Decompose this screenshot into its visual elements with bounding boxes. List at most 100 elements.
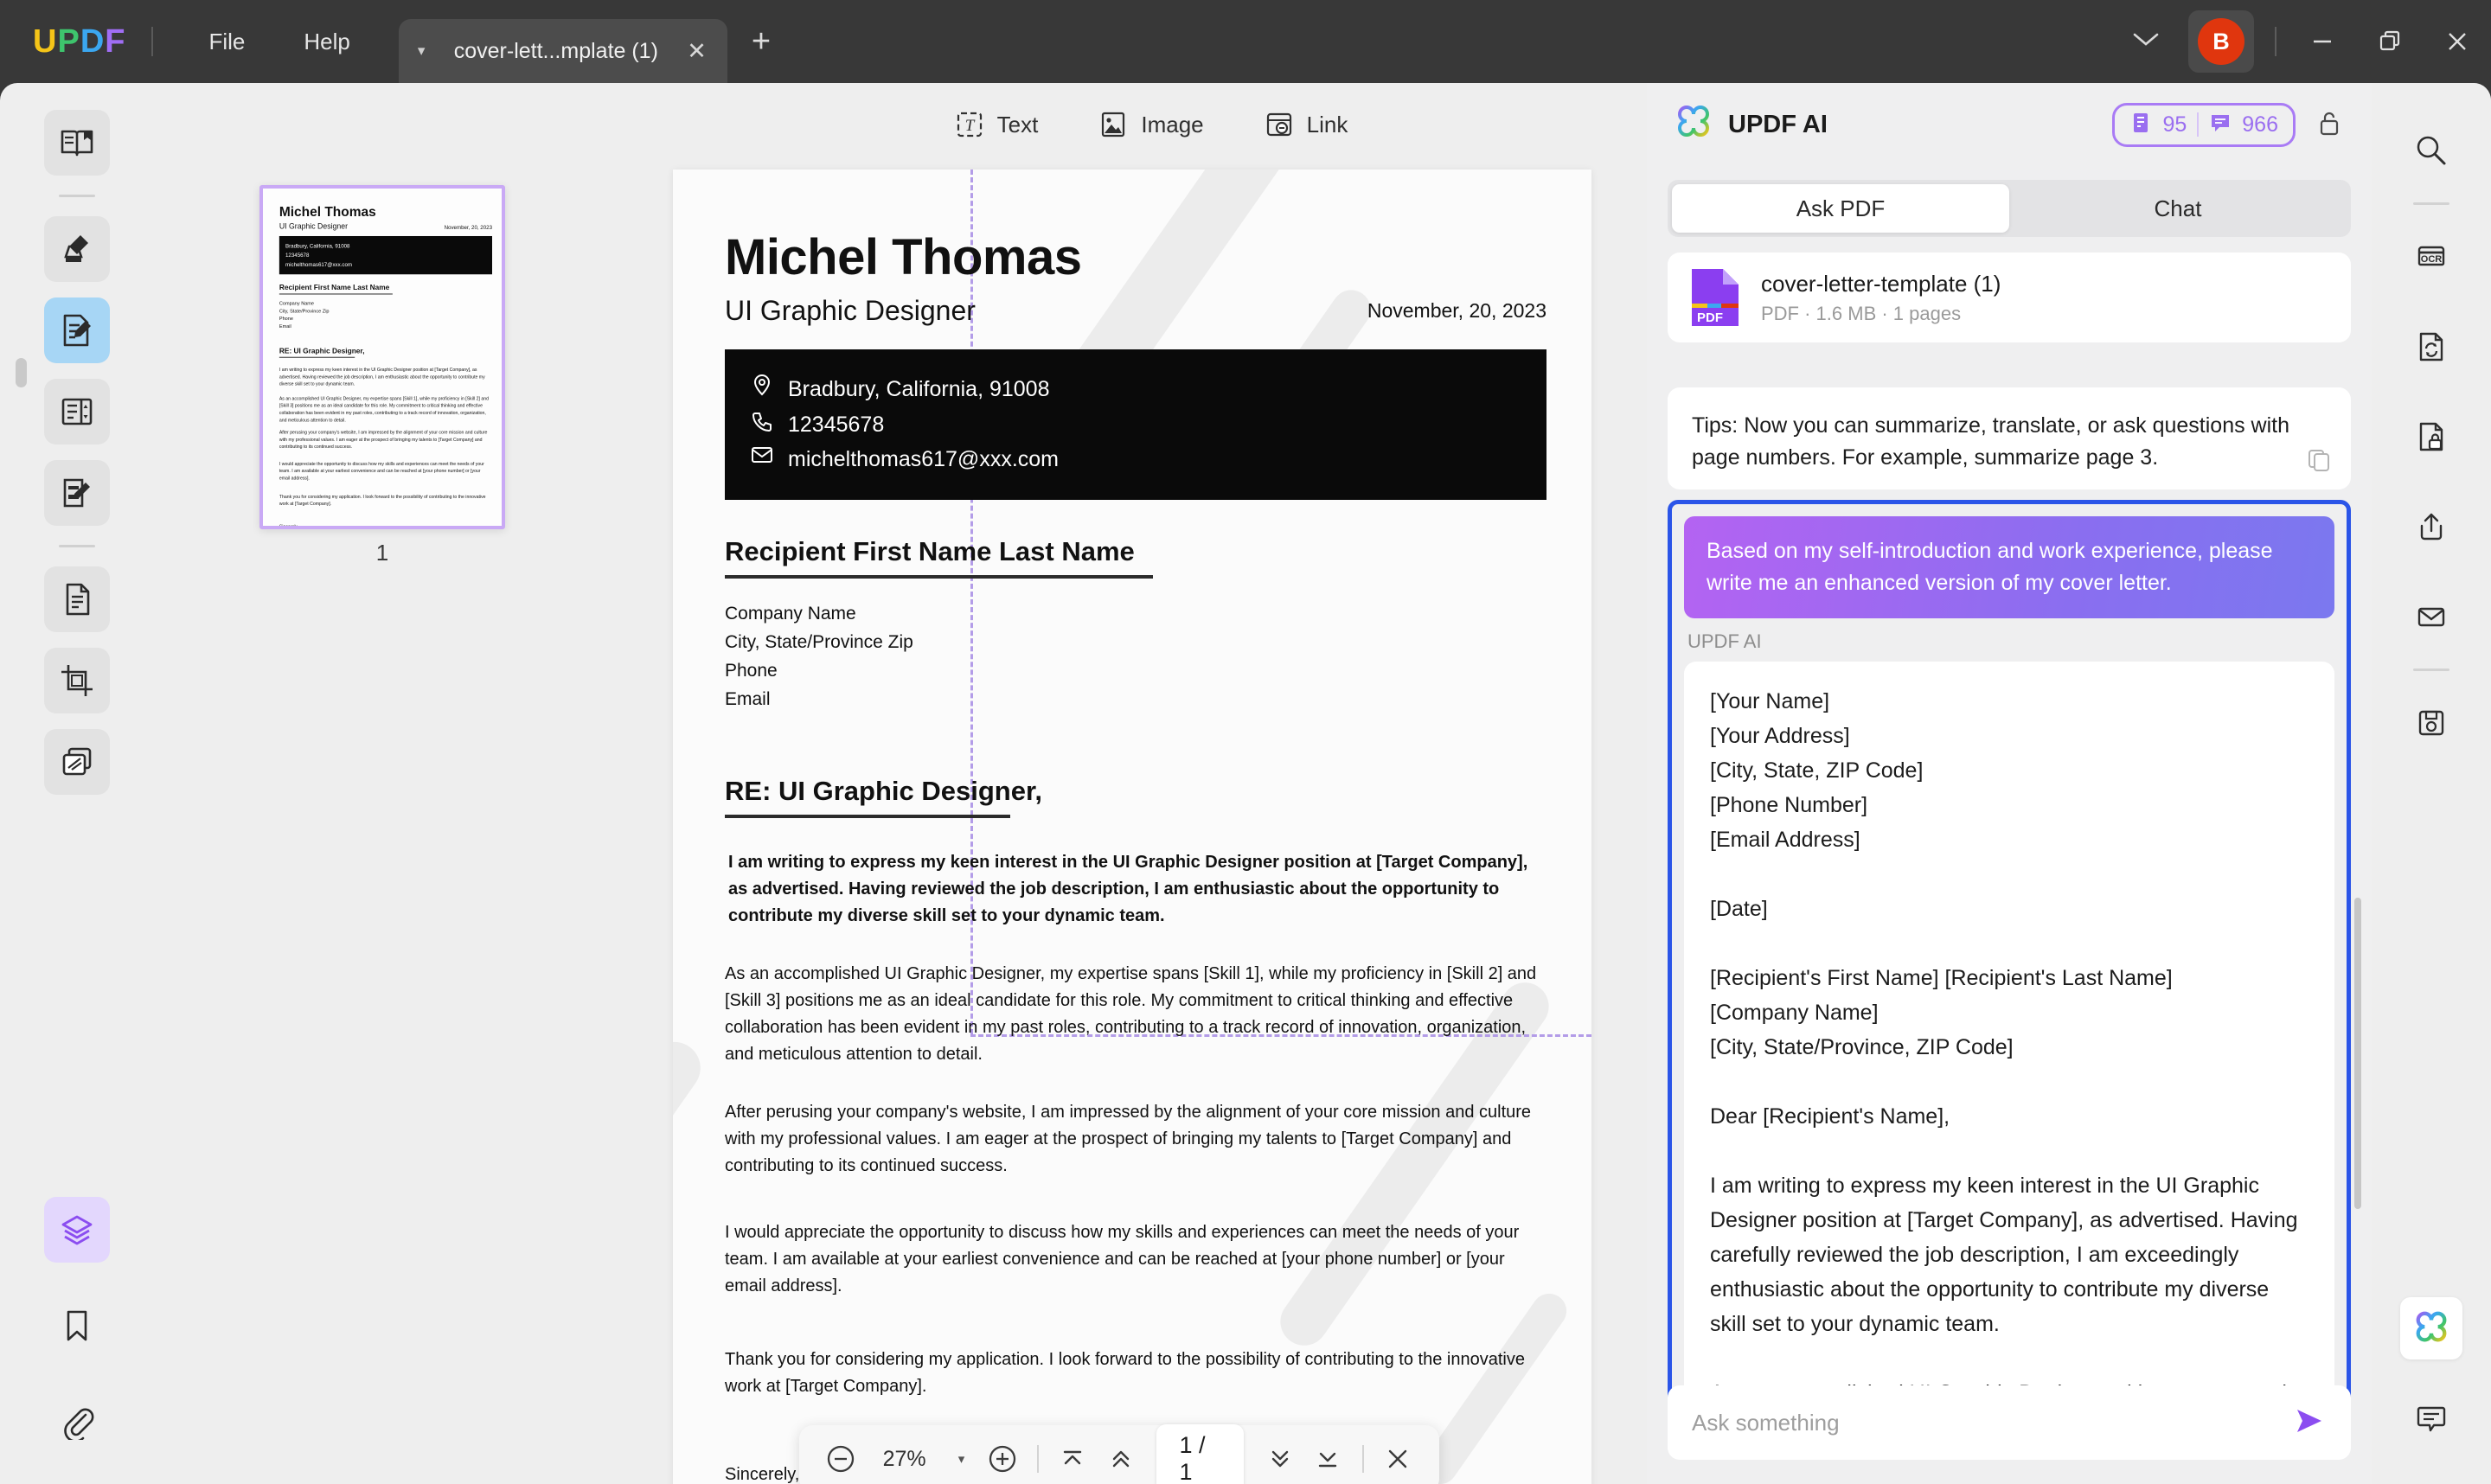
sidebar-item-batch[interactable] xyxy=(44,729,110,795)
close-icon[interactable]: ✕ xyxy=(687,38,707,65)
ask-input[interactable] xyxy=(1692,1410,2292,1436)
sidebar-item-form-fill[interactable] xyxy=(44,460,110,526)
sidebar-item-reader-mode[interactable] xyxy=(44,110,110,176)
bot-tip-text: Tips: Now you can summarize, translate, … xyxy=(1692,410,2327,474)
maximize-icon[interactable] xyxy=(2356,0,2424,83)
ai-response-label: UPDF AI xyxy=(1687,630,2347,653)
chat-message-list[interactable]: Tips: Now you can summarize, translate, … xyxy=(1647,387,2372,1429)
updf-ai-button[interactable] xyxy=(2400,1297,2462,1359)
search-icon[interactable] xyxy=(2400,119,2462,182)
sidebar-item-crop[interactable] xyxy=(44,648,110,713)
thumb-p0: I am writing to express my keen interest… xyxy=(279,366,492,387)
doc-paragraph-3: I would appreciate the opportunity to di… xyxy=(725,1219,1546,1300)
ai-panel: UPDF AI 95 966 Ask PDF xyxy=(1647,83,2372,1484)
tool-link[interactable]: Link xyxy=(1265,110,1348,139)
zoom-divider-2 xyxy=(1362,1445,1364,1473)
sidebar-item-attachments[interactable] xyxy=(44,1389,110,1455)
new-tab-button[interactable]: + xyxy=(752,23,771,61)
tool-image[interactable]: Image xyxy=(1098,110,1203,139)
document-tab[interactable]: ▾ cover-lett...mplate (1) ✕ xyxy=(399,19,727,83)
updf-ai-flower-icon xyxy=(1675,104,1713,146)
chat-credit-icon xyxy=(2209,112,2232,138)
pdf-file-icon: PDF xyxy=(1690,267,1740,328)
zoom-out-button[interactable] xyxy=(818,1435,862,1483)
thumb-contact-2: michelthomas617@xxx.com xyxy=(285,259,486,269)
ocr-icon[interactable]: OCR xyxy=(2400,226,2462,288)
tool-text[interactable]: T Text xyxy=(955,110,1039,139)
thumb-re: RE: UI Graphic Designer, xyxy=(279,347,492,355)
doc-contact-bar: Bradbury, California, 91008 12345678 xyxy=(725,349,1546,500)
close-toolbar-icon[interactable] xyxy=(1376,1435,1420,1483)
tab-dropdown-icon[interactable]: ▾ xyxy=(418,42,426,60)
doc-recipient-heading: Recipient First Name Last Name xyxy=(725,536,1546,567)
chat-scrollbar[interactable] xyxy=(2354,898,2361,1209)
thumb-role: UI Graphic Designer xyxy=(279,222,348,231)
sidebar-item-comment[interactable] xyxy=(44,216,110,282)
ask-input-row[interactable] xyxy=(1668,1385,2351,1460)
highlighted-conversation: Based on my self-introduction and work e… xyxy=(1668,500,2351,1429)
left-toolbar xyxy=(0,83,154,1484)
chevron-down-icon[interactable]: ▾ xyxy=(946,1451,977,1467)
cover-letter-content: Michel Thomas UI Graphic Designer Novemb… xyxy=(725,228,1546,1484)
next-page-button[interactable] xyxy=(1258,1435,1302,1483)
envelope-icon[interactable] xyxy=(2400,585,2462,648)
previous-page-button[interactable] xyxy=(1098,1435,1143,1483)
unlock-icon[interactable] xyxy=(2315,108,2344,142)
menu-help[interactable]: Help xyxy=(274,0,379,83)
chevron-down-icon[interactable] xyxy=(2112,29,2180,54)
sidebar-item-pages[interactable] xyxy=(44,566,110,632)
doc-paragraph-4: Thank you for considering my application… xyxy=(725,1346,1546,1400)
sidebar-item-edit-pdf[interactable] xyxy=(44,297,110,363)
tab-chat[interactable]: Chat xyxy=(2009,184,2347,233)
zoom-in-button[interactable] xyxy=(980,1435,1024,1483)
window-close-icon[interactable] xyxy=(2424,0,2491,83)
rail-divider xyxy=(59,195,95,197)
doc-paragraph-0: I am writing to express my keen interest… xyxy=(725,849,1546,930)
sidebar-item-page-organize[interactable] xyxy=(44,379,110,445)
user-message: Based on my self-introduction and work e… xyxy=(1684,516,2334,618)
re-rule xyxy=(725,815,1010,818)
page-indicator[interactable]: 1 / 1 xyxy=(1156,1424,1243,1484)
copy-icon[interactable] xyxy=(2306,447,2332,477)
rail-divider-2 xyxy=(59,545,95,547)
chat-credit-count: 966 xyxy=(2242,112,2278,138)
minimize-icon[interactable] xyxy=(2289,0,2356,83)
bot-tip-message: Tips: Now you can summarize, translate, … xyxy=(1668,387,2351,489)
last-page-button[interactable] xyxy=(1305,1435,1349,1483)
document-credit-icon xyxy=(2129,112,2152,138)
save-disk-icon[interactable] xyxy=(2400,692,2462,754)
zoom-level[interactable]: 27% xyxy=(866,1447,942,1472)
menu-file[interactable]: File xyxy=(179,0,274,83)
sidebar-item-layers[interactable] xyxy=(44,1197,110,1263)
sidebar-item-bookmarks[interactable] xyxy=(44,1293,110,1359)
svg-text:T: T xyxy=(964,117,975,135)
account-button[interactable]: B xyxy=(2188,10,2254,73)
thumb-p4: Thank you for considering my application… xyxy=(279,493,492,508)
title-bar: U P D F File Help ▾ cover-lett...mplate … xyxy=(0,0,2491,83)
credit-divider xyxy=(2197,112,2199,137)
doc-paragraph-1: As an accomplished UI Graphic Designer, … xyxy=(725,961,1546,1068)
tab-ask-pdf[interactable]: Ask PDF xyxy=(1672,184,2009,233)
thumbnail-page-number: 1 xyxy=(259,540,505,566)
ai-response-text: [Your Name] [Your Address] [City, State,… xyxy=(1684,662,2334,1429)
phone-icon xyxy=(751,407,773,443)
contact-address: Bradbury, California, 91008 xyxy=(751,372,1521,407)
lock-document-icon[interactable] xyxy=(2400,406,2462,468)
page-thumbnail-1[interactable]: Michel Thomas UI Graphic Designer Novemb… xyxy=(259,185,505,529)
credits-badge[interactable]: 95 966 xyxy=(2112,103,2296,147)
pdf-page[interactable]: Michel Thomas UI Graphic Designer Novemb… xyxy=(673,170,1591,1484)
recipient-rule xyxy=(725,575,1153,579)
logo-letter-f: F xyxy=(105,23,125,61)
titlebar-divider xyxy=(2275,27,2276,56)
attached-file-card[interactable]: PDF cover-letter-template (1) PDF · 1.6 … xyxy=(1668,253,2351,342)
first-page-button[interactable] xyxy=(1051,1435,1095,1483)
comment-bubble-icon[interactable] xyxy=(2400,1387,2462,1449)
panel-resize-handle[interactable] xyxy=(16,358,27,387)
doc-paragraph-2: After perusing your company's website, I… xyxy=(725,1099,1546,1180)
convert-document-icon[interactable] xyxy=(2400,316,2462,378)
share-icon[interactable] xyxy=(2400,496,2462,558)
send-icon[interactable] xyxy=(2292,1406,2327,1440)
attached-file-name: cover-letter-template (1) xyxy=(1761,271,2001,297)
logo-letter-p: P xyxy=(57,23,80,61)
contact-phone-text: 12345678 xyxy=(788,407,884,443)
